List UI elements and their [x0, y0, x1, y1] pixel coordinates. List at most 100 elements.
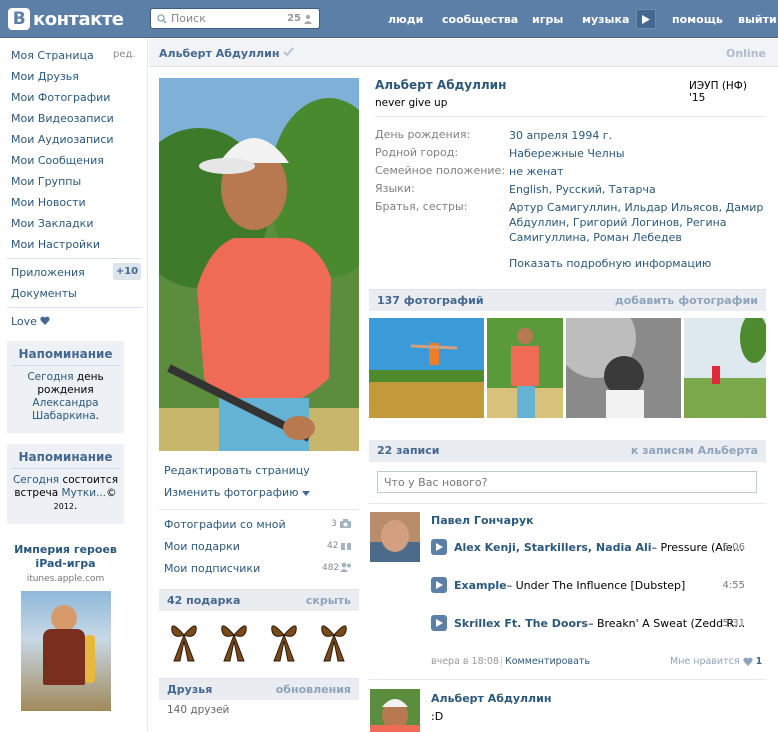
photo-thumb[interactable] — [684, 318, 766, 418]
audio-play-button[interactable] — [431, 577, 447, 593]
post-divider — [369, 679, 766, 680]
sidebar-item-groups[interactable]: Мои Группы — [11, 175, 81, 188]
ad-hero-body — [42, 629, 85, 685]
change-photo-link[interactable]: Изменить фотографию — [164, 486, 310, 499]
reminder-event-link[interactable]: Мутки... — [62, 487, 107, 499]
sidebar-item-documents[interactable]: Документы — [11, 287, 77, 300]
nav-help[interactable]: помощь — [672, 0, 723, 38]
gifts-title[interactable]: 42 подарка — [167, 594, 240, 607]
reminder-mark: © — [106, 487, 117, 499]
reminder-title: Напоминание — [11, 347, 120, 366]
my-followers-count: 482 — [322, 563, 340, 573]
top-header: Вконтакте Поиск 25 люди сообщества игры … — [0, 0, 778, 38]
info-key: Языки: — [375, 182, 415, 195]
profile-avatar[interactable] — [159, 78, 359, 451]
photos-title[interactable]: 137 фотографий — [377, 294, 484, 307]
info-value[interactable]: 30 апреля 1994 г. — [509, 128, 769, 143]
post-author-avatar[interactable] — [370, 512, 420, 562]
wall-to-posts-link[interactable]: к записям Альберта — [631, 444, 758, 457]
gift-ribbon-icon[interactable] — [316, 617, 352, 663]
reminder-today-link[interactable]: Сегодня — [13, 474, 59, 486]
sidebar-item-videos[interactable]: Мои Видеозаписи — [11, 112, 114, 125]
profile-university[interactable]: ИЭУП (НФ) '15 — [689, 80, 765, 104]
vk-logo[interactable]: Вконтакте — [8, 8, 124, 30]
gifts-hide-link[interactable]: скрыть — [306, 594, 351, 607]
post-comment-link[interactable]: Комментировать — [505, 656, 590, 667]
reminder-today-link[interactable]: Сегодня — [27, 371, 73, 383]
post-time[interactable]: вчера в 18:08 — [431, 656, 499, 667]
gift-icon — [341, 540, 351, 550]
photo-thumb[interactable] — [369, 318, 484, 418]
my-gifts-count: 42 — [327, 541, 339, 551]
audio-play-button[interactable] — [431, 539, 447, 555]
track-artist[interactable]: Skrillex Ft. The Doors — [454, 617, 588, 630]
sidebar-item-messages[interactable]: Мои Сообщения — [11, 154, 104, 167]
photo-thumb[interactable] — [487, 318, 563, 418]
nav-games[interactable]: игры — [532, 0, 563, 38]
sidebar-item-bookmarks[interactable]: Мои Закладки — [11, 217, 93, 230]
reminder-text: Сегодня день рождения Александра Шабарки… — [11, 371, 120, 423]
sidebar-item-photos[interactable]: Мои Фотографии — [11, 91, 110, 104]
wall-post-input[interactable]: Что у Вас нового? — [377, 471, 757, 493]
nav-logout[interactable]: выйти — [738, 0, 777, 38]
gift-ribbon-icon[interactable] — [216, 617, 252, 663]
edit-page-link[interactable]: Редактировать страницу — [164, 464, 310, 477]
nav-music[interactable]: музыка — [582, 0, 629, 38]
gift-ribbon-icon[interactable] — [166, 617, 202, 663]
nav-communities[interactable]: сообщества — [442, 0, 518, 38]
post-text: :D — [431, 710, 444, 723]
edit-link[interactable]: ред. — [113, 49, 136, 60]
friends-updates-link[interactable]: обновления — [276, 683, 351, 696]
post-like-label: Мне нравится — [670, 656, 740, 667]
info-value[interactable]: Артур Самигуллин, Ильдар Ильясов, Дамир … — [509, 200, 765, 245]
my-gifts-link[interactable]: Мои подарки — [164, 540, 240, 553]
avatar-image — [159, 78, 359, 451]
sidebar-item-my-page[interactable]: Моя Страница — [11, 49, 94, 62]
music-play-button[interactable] — [636, 9, 656, 29]
sidebar-item-love[interactable]: Love — [11, 315, 51, 328]
sidebar-ad[interactable]: Империя героев iPad-игра itunes.apple.co… — [7, 543, 124, 711]
track-artist[interactable]: Alex Kenji, Starkillers, Nadia Ali — [454, 541, 652, 554]
track-artist[interactable]: Example — [454, 579, 507, 592]
info-value[interactable]: не женат — [509, 164, 769, 179]
track-duration: 5:31 — [722, 617, 745, 629]
audio-play-button[interactable] — [431, 615, 447, 631]
post-author-name[interactable]: Альберт Абдуллин — [431, 692, 551, 705]
gift-ribbon-icon[interactable] — [266, 617, 302, 663]
sidebar-item-apps[interactable]: Приложения — [11, 266, 85, 279]
my-followers-link[interactable]: Мои подписчики — [164, 562, 260, 575]
ad-image[interactable] — [20, 591, 111, 711]
wall-title[interactable]: 22 записи — [377, 444, 440, 457]
info-value[interactable]: English, Русский, Татарча — [509, 182, 769, 197]
sidebar-divider — [7, 307, 142, 308]
friends-count: 140 друзей — [167, 704, 230, 716]
sidebar-item-news[interactable]: Мои Новости — [11, 196, 86, 209]
ad-hero-head — [50, 605, 77, 631]
sidebar-divider — [7, 258, 142, 259]
friends-title[interactable]: Друзья — [167, 683, 212, 696]
photo-thumb[interactable] — [566, 318, 681, 418]
nav-people[interactable]: люди — [388, 0, 423, 38]
reminder-person-link[interactable]: Александра Шабаркина — [32, 397, 99, 422]
avatar-divider — [159, 509, 359, 510]
show-more-info-link[interactable]: Показать подробную информацию — [509, 257, 711, 270]
post-like-button[interactable]: Мне нравится 1 — [670, 656, 762, 667]
search-input[interactable]: Поиск 25 — [150, 8, 320, 29]
person-icon — [304, 14, 312, 24]
photos-with-me-link[interactable]: Фотографии со мной — [164, 518, 286, 531]
info-value[interactable]: Набережные Челны — [509, 146, 769, 161]
add-photos-link[interactable]: добавить фотографии — [615, 294, 758, 307]
play-icon — [435, 619, 443, 627]
sidebar-item-friends[interactable]: Мои Друзья — [11, 70, 79, 83]
ad-hero-weapon — [84, 635, 95, 683]
post-author-name[interactable]: Павел Гончарук — [431, 514, 534, 527]
heart-icon — [743, 657, 753, 666]
apps-badge[interactable]: +10 — [113, 263, 141, 280]
sidebar-item-audio[interactable]: Мои Аудиозаписи — [11, 133, 114, 146]
profile-status[interactable]: never give up — [375, 97, 447, 109]
post-author-avatar[interactable] — [370, 689, 420, 732]
photos-with-me-count: 3 — [331, 519, 337, 529]
search-count: 25 — [287, 13, 301, 24]
ad-title[interactable]: Империя героев iPad-игра — [7, 543, 124, 571]
sidebar-item-settings[interactable]: Мои Настройки — [11, 238, 100, 251]
